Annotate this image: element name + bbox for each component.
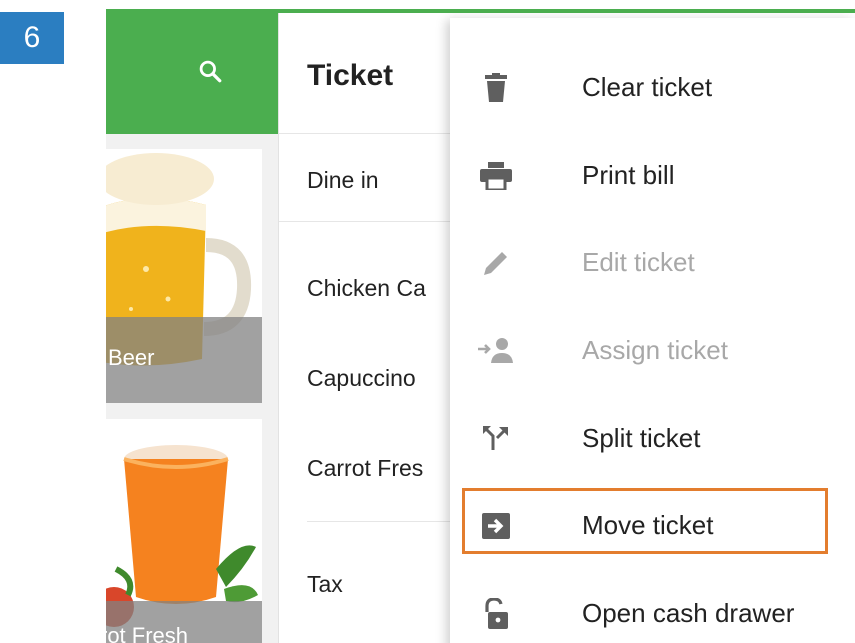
trash-icon: [478, 70, 514, 106]
move-arrow-icon: [478, 508, 514, 544]
menu-item-label: Edit ticket: [582, 247, 695, 277]
ticket-line-item[interactable]: Carrot Fres: [307, 455, 423, 482]
pencil-icon: [478, 245, 514, 281]
menu-item-label: Move ticket: [582, 510, 714, 540]
menu-item-edit-ticket[interactable]: Edit ticket: [450, 219, 855, 307]
menu-item-move-ticket[interactable]: Move ticket: [450, 482, 855, 570]
menu-item-split-ticket[interactable]: Split ticket: [450, 395, 855, 483]
split-icon: [478, 421, 514, 457]
menu-item-label: Clear ticket: [582, 72, 713, 102]
menu-item-label: Assign ticket: [582, 335, 728, 365]
item-tile-carrot-fresh[interactable]: rot Fresh: [106, 419, 262, 643]
dining-option-select[interactable]: Dine in: [307, 167, 379, 194]
item-label: rot Fresh: [106, 623, 189, 643]
menu-item-label: Split ticket: [582, 423, 701, 453]
toolbar: [106, 9, 278, 134]
item-label: Beer: [108, 345, 155, 370]
ticket-options-menu: Clear ticket Print bill Edit ticket Assi…: [450, 18, 855, 643]
menu-item-open-cash-drawer[interactable]: Open cash drawer: [450, 570, 855, 643]
printer-icon: [478, 158, 514, 194]
menu-item-assign-ticket[interactable]: Assign ticket: [450, 307, 855, 395]
ticket-line-item[interactable]: Chicken Ca: [307, 275, 426, 302]
menu-item-label: Print bill: [582, 160, 675, 190]
menu-item-clear-ticket[interactable]: Clear ticket: [450, 44, 855, 132]
assign-user-icon: [478, 333, 514, 369]
item-tile-beer[interactable]: Beer: [106, 149, 262, 403]
items-panel: Beer rot Fresh: [106, 9, 278, 643]
ticket-title: Ticket: [307, 59, 394, 92]
search-button[interactable]: [192, 53, 228, 89]
ticket-line-item[interactable]: Capuccino: [307, 365, 416, 392]
search-icon: [199, 60, 222, 83]
menu-item-print-bill[interactable]: Print bill: [450, 132, 855, 220]
app-screen: Beer rot Fresh Ticket Dine in Chicken Ca…: [106, 9, 855, 643]
tax-label: Tax: [307, 571, 343, 597]
unlock-icon: [478, 596, 514, 632]
step-number-badge: 6: [0, 12, 64, 64]
menu-item-label: Open cash drawer: [582, 598, 795, 628]
